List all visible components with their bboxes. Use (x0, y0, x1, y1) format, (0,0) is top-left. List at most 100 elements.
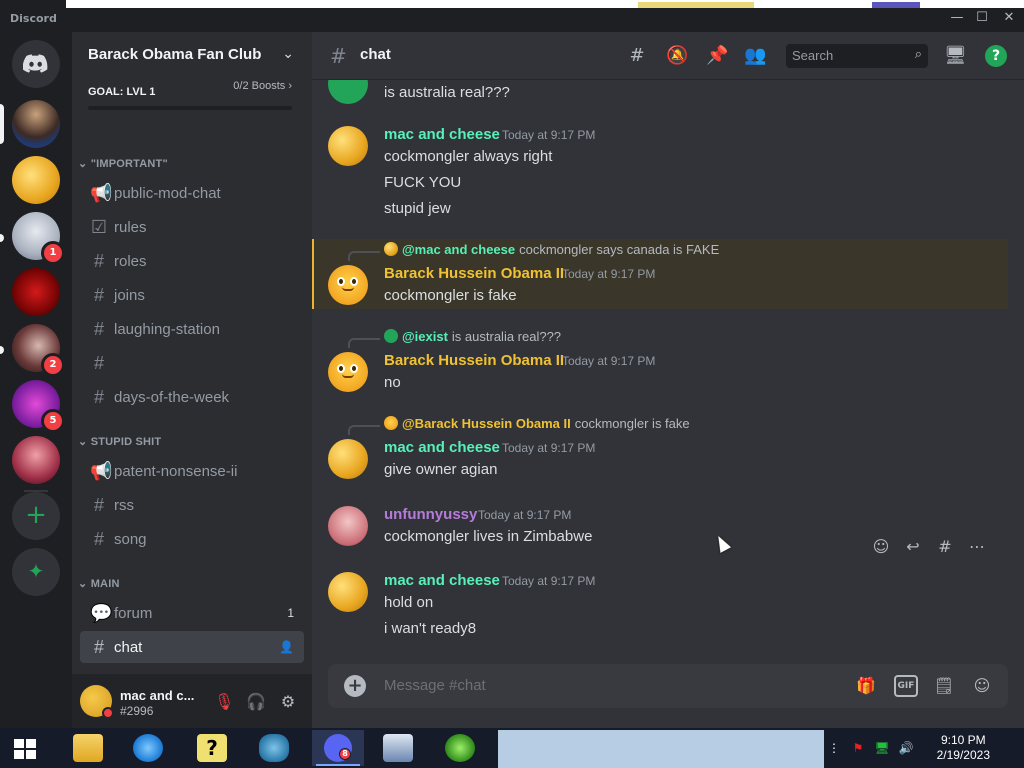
guild-header[interactable]: Barack Obama Fan Club ⌄ (72, 32, 312, 80)
channel-song[interactable]: # song (80, 523, 304, 555)
message[interactable]: @Barack Hussein Obama II cockmongler is f… (312, 413, 1012, 483)
network-icon[interactable]: 🖥 (874, 740, 890, 756)
channel-unnamed[interactable]: # (80, 347, 304, 379)
avatar[interactable] (328, 572, 368, 612)
boost-goal[interactable]: GOAL: LVL 1 0/2 Boosts › (72, 80, 312, 114)
sticker-icon[interactable]: 🗒 (932, 675, 956, 697)
add-member-icon[interactable]: 👤 (279, 640, 294, 654)
pin-icon[interactable]: 📌 (706, 45, 728, 67)
more-icon[interactable]: ⋯ (966, 536, 988, 558)
member-list-icon[interactable]: 👥 (744, 45, 766, 67)
mute-mic-icon[interactable]: 🎙 (214, 692, 234, 712)
settings-gear-icon[interactable]: ⚙ (278, 692, 298, 712)
channel-chat[interactable]: # chat 👤 (80, 631, 304, 663)
channel-rules[interactable]: ☑ rules (80, 211, 304, 243)
message[interactable]: @iexist is australia real??? Barack Husse… (312, 326, 1012, 396)
message[interactable]: @mac and cheese cockmongler says canada i… (312, 239, 1012, 309)
message[interactable]: mac and cheese Today at 9:17 PM cockmong… (312, 120, 1012, 230)
emoji-icon[interactable]: ☺ (970, 675, 994, 697)
avatar[interactable] (328, 265, 368, 305)
channel-laughing-station[interactable]: # laughing-station (80, 313, 304, 345)
reply-spine (348, 425, 380, 435)
notifications-muted-icon[interactable]: 🔕 (666, 45, 688, 67)
channel-joins[interactable]: # joins (80, 279, 304, 311)
avatar[interactable] (328, 506, 368, 546)
fish-app-icon[interactable] (248, 730, 300, 766)
volume-icon[interactable]: 🔊 (898, 740, 914, 756)
reply-spine (348, 251, 380, 261)
help-app-icon[interactable]: ? (186, 730, 238, 766)
inbox-icon[interactable]: 🖥 (944, 45, 967, 67)
reply-preview[interactable]: @iexist is australia real??? (384, 329, 561, 344)
message-author[interactable]: mac and cheese (384, 126, 500, 143)
channel-rss[interactable]: # rss (80, 489, 304, 521)
taskbar-thumbnail[interactable] (498, 730, 824, 768)
add-reaction-icon[interactable]: ☺ (870, 536, 892, 558)
avatar[interactable] (328, 80, 368, 104)
avatar[interactable] (328, 352, 368, 392)
message-author[interactable]: unfunnyussy (384, 506, 477, 523)
username: mac and c... (120, 688, 195, 703)
avatar (384, 416, 398, 430)
message-timestamp: Today at 9:17 PM (478, 508, 572, 522)
server-4[interactable] (12, 268, 60, 316)
message-author[interactable]: Barack Hussein Obama II (384, 265, 564, 282)
message[interactable]: is australia real??? (312, 80, 1012, 110)
help-icon[interactable]: ? (985, 45, 1007, 67)
server-mac-and-cheese[interactable] (12, 156, 60, 204)
gift-icon[interactable]: 🎁 (854, 675, 878, 697)
overflow-icon[interactable]: ⋮ (826, 740, 842, 756)
reply-preview[interactable]: @mac and cheese cockmongler says canada i… (384, 242, 719, 257)
file-explorer-icon[interactable] (62, 730, 114, 766)
virtualbox-icon[interactable] (372, 730, 424, 766)
hash-icon: # (93, 529, 104, 549)
system-clock[interactable]: 9:10 PM 2/19/2023 (937, 733, 990, 763)
boost-goal-label: GOAL: LVL 1 (88, 86, 156, 98)
home-button[interactable] (12, 40, 60, 88)
close-icon[interactable]: ✕ (1002, 11, 1016, 25)
message-timestamp: Today at 9:17 PM (502, 128, 596, 142)
action-center-flag-icon[interactable]: ⚑ (850, 740, 866, 756)
message[interactable]: mac and cheese Today at 9:17 PM hold on … (312, 566, 1012, 656)
channel-public-mod-chat[interactable]: 📢 public-mod-chat (80, 177, 304, 209)
category-stupid-shit[interactable]: ⌄ STUPID SHIT (78, 435, 161, 448)
message-author[interactable]: Barack Hussein Obama II (384, 352, 564, 369)
search-input[interactable]: Search ⌕ (786, 44, 928, 68)
message-author[interactable]: mac and cheese (384, 572, 500, 589)
message-input[interactable]: Message #chat (384, 677, 486, 694)
internet-explorer-icon[interactable] (122, 730, 174, 766)
channel-roles[interactable]: # roles (80, 245, 304, 277)
message-timestamp: Today at 9:17 PM (502, 441, 596, 455)
message-composer[interactable]: + Message #chat 🎁 GIF 🗒 ☺ (328, 664, 1008, 708)
maximize-icon[interactable]: ☐ (975, 11, 989, 25)
category-main[interactable]: ⌄ MAIN (78, 577, 120, 590)
reply-icon[interactable]: ↩ (902, 536, 924, 558)
mention-badge: 5 (41, 409, 65, 433)
channel-days-of-the-week[interactable]: # days-of-the-week (80, 381, 304, 413)
channel-sidebar: Barack Obama Fan Club ⌄ GOAL: LVL 1 0/2 … (72, 32, 312, 674)
explore-servers-button[interactable]: ✦ (12, 548, 60, 596)
threads-icon[interactable]: # (626, 45, 648, 67)
forum-count: 1 (287, 606, 294, 620)
discord-taskbar-icon[interactable]: 8 (312, 730, 364, 766)
category-important[interactable]: ⌄ "IMPORTANT" (78, 157, 168, 170)
minimize-icon[interactable]: — (950, 11, 964, 25)
reply-spine (348, 338, 380, 348)
icq-icon[interactable] (434, 730, 486, 766)
create-thread-icon[interactable]: # (934, 536, 956, 558)
message-text: cockmongler always right (384, 148, 553, 165)
add-server-button[interactable]: + (12, 492, 60, 540)
message-author[interactable]: mac and cheese (384, 439, 500, 456)
headphones-icon[interactable]: 🎧 (246, 692, 266, 712)
avatar[interactable] (328, 126, 368, 166)
attach-plus-icon[interactable]: + (344, 675, 366, 697)
reply-preview[interactable]: @Barack Hussein Obama II cockmongler is f… (384, 416, 690, 431)
windows-start-icon[interactable] (14, 739, 36, 759)
channel-forum[interactable]: 💬 forum 1 (80, 597, 304, 629)
hash-icon: # (93, 387, 104, 407)
gif-button[interactable]: GIF (894, 675, 918, 697)
server-7[interactable] (12, 436, 60, 484)
avatar[interactable] (328, 439, 368, 479)
channel-patent-nonsense-ii[interactable]: 📢 patent-nonsense-ii (80, 455, 304, 487)
server-obama-fan-club[interactable] (12, 100, 60, 148)
